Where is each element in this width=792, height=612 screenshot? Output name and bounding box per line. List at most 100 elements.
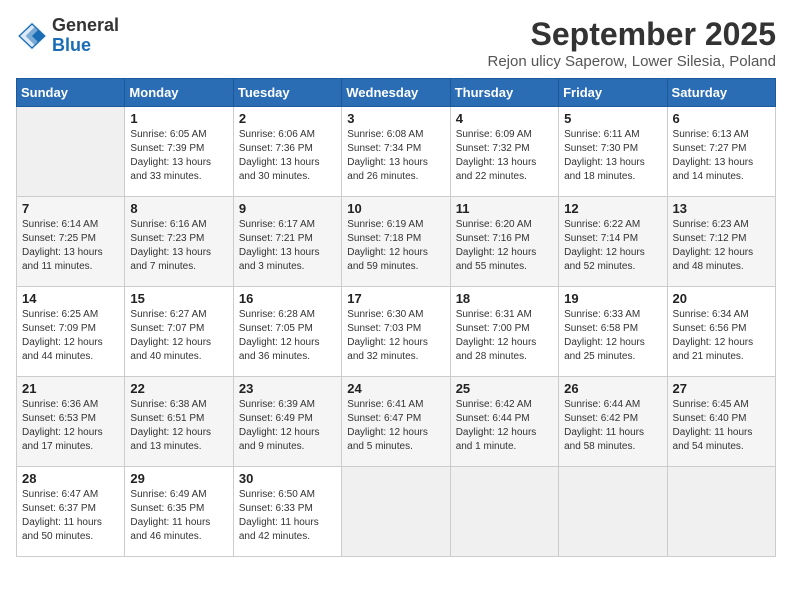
weekday-header-sunday: Sunday bbox=[17, 79, 125, 107]
calendar-cell: 20Sunrise: 6:34 AMSunset: 6:56 PMDayligh… bbox=[667, 287, 775, 377]
calendar-cell: 18Sunrise: 6:31 AMSunset: 7:00 PMDayligh… bbox=[450, 287, 558, 377]
calendar-cell bbox=[667, 467, 775, 557]
calendar-cell: 3 Sunrise: 6:08 AMSunset: 7:34 PMDaylight… bbox=[342, 107, 450, 197]
calendar-cell bbox=[17, 107, 125, 197]
calendar-cell bbox=[450, 467, 558, 557]
day-detail: Sunrise: 6:36 AMSunset: 6:53 PMDaylight:… bbox=[22, 398, 119, 454]
day-detail: Sunrise: 6:08 AMSunset: 7:34 PMDaylight:… bbox=[347, 128, 444, 184]
day-number: 22 bbox=[130, 381, 227, 396]
calendar-cell: 14 Sunrise: 6:25 AMSunset: 7:09 PMDayligh… bbox=[17, 287, 125, 377]
weekday-header-tuesday: Tuesday bbox=[233, 79, 341, 107]
month-title: September 2025 bbox=[488, 16, 777, 53]
day-detail: Sunrise: 6:39 AMSunset: 6:49 PMDaylight:… bbox=[239, 398, 336, 454]
day-detail: Sunrise: 6:31 AMSunset: 7:00 PMDaylight:… bbox=[456, 308, 553, 364]
weekday-header-wednesday: Wednesday bbox=[342, 79, 450, 107]
calendar-week-4: 21Sunrise: 6:36 AMSunset: 6:53 PMDayligh… bbox=[17, 377, 776, 467]
day-number: 2 bbox=[239, 111, 336, 126]
day-number: 4 bbox=[456, 111, 553, 126]
calendar-cell: 15 Sunrise: 6:27 AMSunset: 7:07 PMDayligh… bbox=[125, 287, 233, 377]
day-detail: Sunrise: 6:11 AMSunset: 7:30 PMDaylight:… bbox=[564, 128, 661, 184]
weekday-header-saturday: Saturday bbox=[667, 79, 775, 107]
day-number: 7 bbox=[22, 201, 119, 216]
day-detail: Sunrise: 6:25 AMSunset: 7:09 PMDaylight:… bbox=[22, 308, 119, 364]
day-number: 23 bbox=[239, 381, 336, 396]
page-header: General Blue September 2025 Rejon ulicy … bbox=[16, 16, 776, 70]
day-detail: Sunrise: 6:19 AMSunset: 7:18 PMDaylight:… bbox=[347, 218, 444, 274]
logo-icon bbox=[16, 20, 48, 52]
calendar-cell: 23 Sunrise: 6:39 AMSunset: 6:49 PMDayligh… bbox=[233, 377, 341, 467]
calendar-table: SundayMondayTuesdayWednesdayThursdayFrid… bbox=[16, 78, 776, 557]
day-detail: Sunrise: 6:33 AMSunset: 6:58 PMDaylight:… bbox=[564, 308, 661, 364]
day-detail: Sunrise: 6:20 AMSunset: 7:16 PMDaylight:… bbox=[456, 218, 553, 274]
day-detail: Sunrise: 6:23 AMSunset: 7:12 PMDaylight:… bbox=[673, 218, 770, 274]
calendar-cell: 6Sunrise: 6:13 AMSunset: 7:27 PMDaylight… bbox=[667, 107, 775, 197]
day-detail: Sunrise: 6:06 AMSunset: 7:36 PMDaylight:… bbox=[239, 128, 336, 184]
day-detail: Sunrise: 6:14 AMSunset: 7:25 PMDaylight:… bbox=[22, 218, 119, 274]
day-number: 16 bbox=[239, 291, 336, 306]
calendar-cell: 25Sunrise: 6:42 AMSunset: 6:44 PMDayligh… bbox=[450, 377, 558, 467]
calendar-cell: 17Sunrise: 6:30 AMSunset: 7:03 PMDayligh… bbox=[342, 287, 450, 377]
day-number: 15 bbox=[130, 291, 227, 306]
day-detail: Sunrise: 6:45 AMSunset: 6:40 PMDaylight:… bbox=[673, 398, 770, 454]
day-number: 9 bbox=[239, 201, 336, 216]
day-number: 1 bbox=[130, 111, 227, 126]
calendar-cell: 26 Sunrise: 6:44 AMSunset: 6:42 PMDayligh… bbox=[559, 377, 667, 467]
day-number: 3 bbox=[347, 111, 444, 126]
day-detail: Sunrise: 6:49 AMSunset: 6:35 PMDaylight:… bbox=[130, 488, 227, 544]
calendar-header: SundayMondayTuesdayWednesdayThursdayFrid… bbox=[17, 79, 776, 107]
calendar-week-3: 14 Sunrise: 6:25 AMSunset: 7:09 PMDayligh… bbox=[17, 287, 776, 377]
weekday-header-monday: Monday bbox=[125, 79, 233, 107]
day-number: 5 bbox=[564, 111, 661, 126]
calendar-cell: 16 Sunrise: 6:28 AMSunset: 7:05 PMDayligh… bbox=[233, 287, 341, 377]
day-number: 19 bbox=[564, 291, 661, 306]
day-number: 29 bbox=[130, 471, 227, 486]
calendar-cell: 9 Sunrise: 6:17 AMSunset: 7:21 PMDaylight… bbox=[233, 197, 341, 287]
day-detail: Sunrise: 6:28 AMSunset: 7:05 PMDaylight:… bbox=[239, 308, 336, 364]
calendar-cell: 12Sunrise: 6:22 AMSunset: 7:14 PMDayligh… bbox=[559, 197, 667, 287]
day-number: 30 bbox=[239, 471, 336, 486]
day-number: 26 bbox=[564, 381, 661, 396]
calendar-cell: 5 Sunrise: 6:11 AMSunset: 7:30 PMDaylight… bbox=[559, 107, 667, 197]
day-number: 14 bbox=[22, 291, 119, 306]
location-subtitle: Rejon ulicy Saperow, Lower Silesia, Pola… bbox=[488, 53, 777, 70]
day-detail: Sunrise: 6:16 AMSunset: 7:23 PMDaylight:… bbox=[130, 218, 227, 274]
day-detail: Sunrise: 6:17 AMSunset: 7:21 PMDaylight:… bbox=[239, 218, 336, 274]
calendar-cell: 2 Sunrise: 6:06 AMSunset: 7:36 PMDaylight… bbox=[233, 107, 341, 197]
calendar-cell: 1 Sunrise: 6:05 AMSunset: 7:39 PMDaylight… bbox=[125, 107, 233, 197]
calendar-cell: 30 Sunrise: 6:50 AMSunset: 6:33 PMDayligh… bbox=[233, 467, 341, 557]
day-detail: Sunrise: 6:22 AMSunset: 7:14 PMDaylight:… bbox=[564, 218, 661, 274]
logo-text-blue: Blue bbox=[52, 35, 91, 55]
calendar-week-2: 7 Sunrise: 6:14 AMSunset: 7:25 PMDaylight… bbox=[17, 197, 776, 287]
calendar-cell: 8Sunrise: 6:16 AMSunset: 7:23 PMDaylight… bbox=[125, 197, 233, 287]
calendar-cell: 4 Sunrise: 6:09 AMSunset: 7:32 PMDaylight… bbox=[450, 107, 558, 197]
day-number: 13 bbox=[673, 201, 770, 216]
day-number: 24 bbox=[347, 381, 444, 396]
weekday-row: SundayMondayTuesdayWednesdayThursdayFrid… bbox=[17, 79, 776, 107]
calendar-cell: 13 Sunrise: 6:23 AMSunset: 7:12 PMDayligh… bbox=[667, 197, 775, 287]
calendar-cell: 22Sunrise: 6:38 AMSunset: 6:51 PMDayligh… bbox=[125, 377, 233, 467]
day-detail: Sunrise: 6:27 AMSunset: 7:07 PMDaylight:… bbox=[130, 308, 227, 364]
day-detail: Sunrise: 6:50 AMSunset: 6:33 PMDaylight:… bbox=[239, 488, 336, 544]
day-detail: Sunrise: 6:09 AMSunset: 7:32 PMDaylight:… bbox=[456, 128, 553, 184]
day-detail: Sunrise: 6:05 AMSunset: 7:39 PMDaylight:… bbox=[130, 128, 227, 184]
calendar-week-5: 28 Sunrise: 6:47 AMSunset: 6:37 PMDayligh… bbox=[17, 467, 776, 557]
weekday-header-thursday: Thursday bbox=[450, 79, 558, 107]
title-area: September 2025 Rejon ulicy Saperow, Lowe… bbox=[488, 16, 777, 70]
day-number: 28 bbox=[22, 471, 119, 486]
day-number: 11 bbox=[456, 201, 553, 216]
day-number: 27 bbox=[673, 381, 770, 396]
calendar-cell: 7 Sunrise: 6:14 AMSunset: 7:25 PMDaylight… bbox=[17, 197, 125, 287]
calendar-cell: 29 Sunrise: 6:49 AMSunset: 6:35 PMDayligh… bbox=[125, 467, 233, 557]
logo-text-general: General bbox=[52, 15, 119, 35]
calendar-cell: 28 Sunrise: 6:47 AMSunset: 6:37 PMDayligh… bbox=[17, 467, 125, 557]
calendar-cell: 11 Sunrise: 6:20 AMSunset: 7:16 PMDayligh… bbox=[450, 197, 558, 287]
day-detail: Sunrise: 6:44 AMSunset: 6:42 PMDaylight:… bbox=[564, 398, 661, 454]
day-number: 6 bbox=[673, 111, 770, 126]
calendar-cell: 10Sunrise: 6:19 AMSunset: 7:18 PMDayligh… bbox=[342, 197, 450, 287]
logo: General Blue bbox=[16, 16, 119, 56]
day-number: 25 bbox=[456, 381, 553, 396]
day-detail: Sunrise: 6:47 AMSunset: 6:37 PMDaylight:… bbox=[22, 488, 119, 544]
calendar-cell: 21Sunrise: 6:36 AMSunset: 6:53 PMDayligh… bbox=[17, 377, 125, 467]
day-detail: Sunrise: 6:34 AMSunset: 6:56 PMDaylight:… bbox=[673, 308, 770, 364]
day-number: 17 bbox=[347, 291, 444, 306]
